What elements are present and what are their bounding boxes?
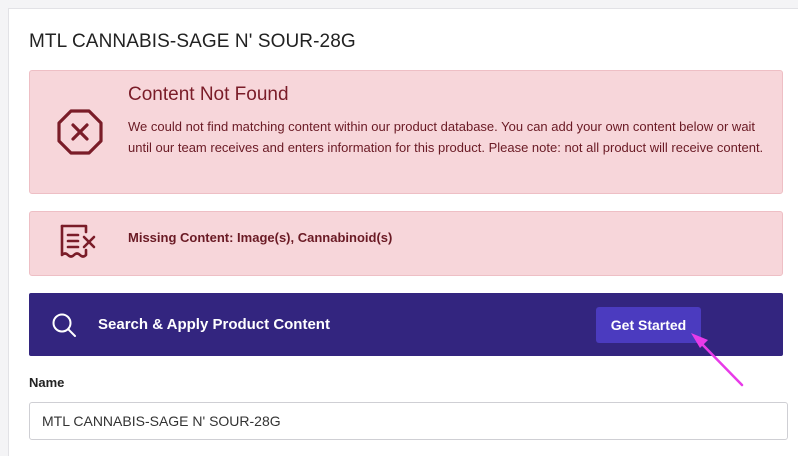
name-field-label: Name: [29, 375, 65, 390]
search-icon: [52, 313, 76, 337]
missing-receipt-icon: [60, 224, 96, 258]
alert-body: We could not find matching content withi…: [128, 119, 764, 155]
search-apply-label: Search & Apply Product Content: [98, 316, 330, 333]
search-apply-content-bar: Search & Apply Product Content Get Start…: [29, 293, 783, 356]
product-content-card: MTL CANNABIS-SAGE N' SOUR-28G Content No…: [8, 8, 798, 456]
get-started-button[interactable]: Get Started: [596, 307, 701, 343]
alert-heading: Content Not Found: [128, 84, 289, 105]
missing-content-alert: Missing Content: Image(s), Cannabinoid(s…: [29, 211, 783, 276]
missing-content-text: Missing Content: Image(s), Cannabinoid(s…: [128, 230, 393, 245]
error-octagon-icon: [57, 109, 103, 155]
page-title: MTL CANNABIS-SAGE N' SOUR-28G: [29, 31, 356, 52]
name-field[interactable]: [29, 402, 788, 440]
content-not-found-alert: Content Not Found We could not find matc…: [29, 70, 783, 194]
